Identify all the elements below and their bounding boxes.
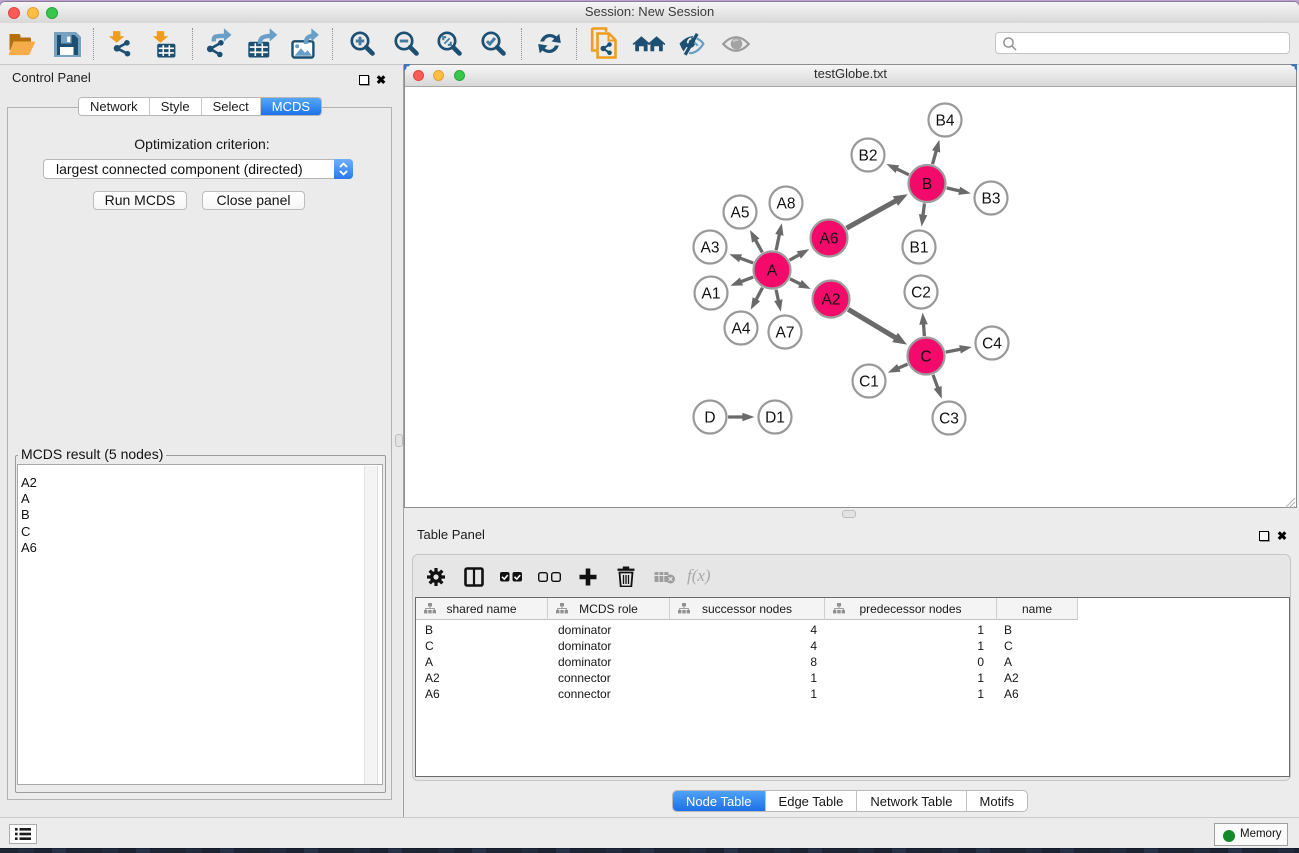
svg-text:D1: D1 xyxy=(765,410,785,427)
svg-text:A8: A8 xyxy=(777,196,796,213)
svg-text:A: A xyxy=(767,263,778,280)
svg-text:D: D xyxy=(704,410,715,427)
svg-text:B3: B3 xyxy=(982,191,1001,208)
svg-text:A6: A6 xyxy=(820,231,839,248)
svg-text:C: C xyxy=(920,349,931,366)
svg-text:A2: A2 xyxy=(822,292,841,309)
svg-text:C3: C3 xyxy=(939,411,959,428)
svg-text:A4: A4 xyxy=(732,321,751,338)
svg-text:C1: C1 xyxy=(859,374,879,391)
svg-text:A1: A1 xyxy=(702,286,721,303)
svg-text:B4: B4 xyxy=(936,113,955,130)
svg-text:A5: A5 xyxy=(731,205,750,222)
svg-text:C2: C2 xyxy=(911,285,931,302)
svg-text:B1: B1 xyxy=(910,240,929,257)
svg-text:A3: A3 xyxy=(701,240,720,257)
svg-text:C4: C4 xyxy=(982,336,1002,353)
svg-text:B: B xyxy=(922,176,932,193)
svg-text:B2: B2 xyxy=(859,148,878,165)
svg-text:A7: A7 xyxy=(776,325,795,342)
